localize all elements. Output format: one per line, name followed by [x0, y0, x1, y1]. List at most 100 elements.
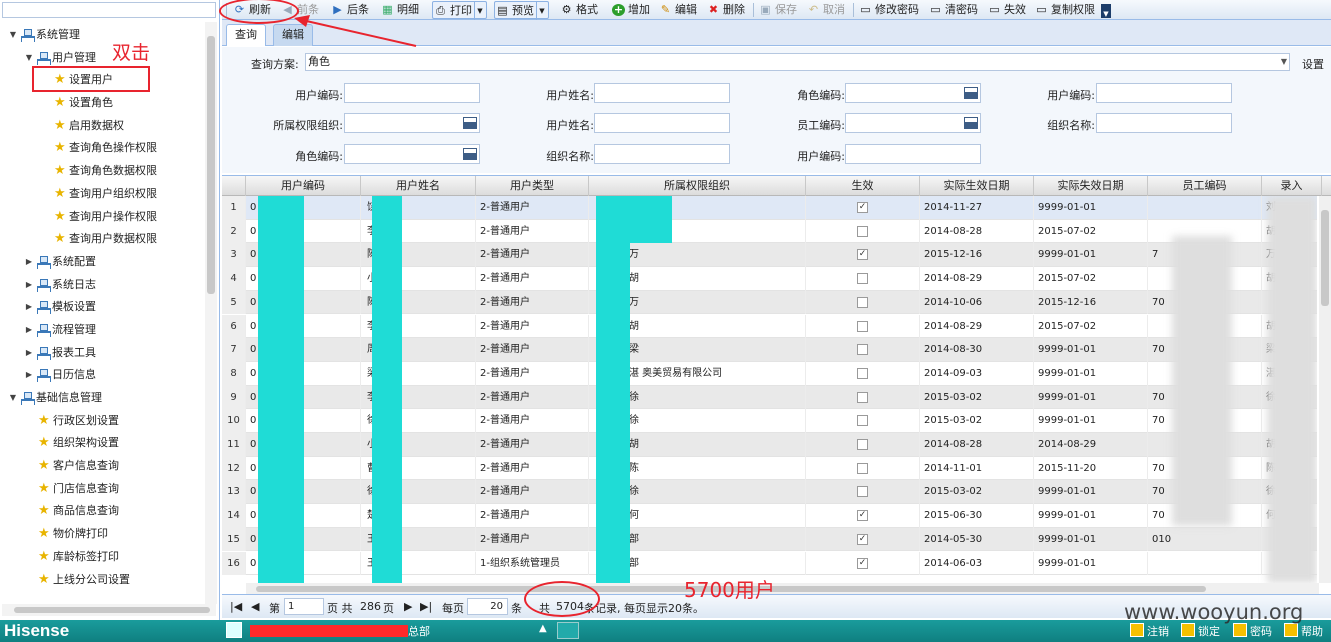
table-cell-start[interactable]: 2015-03-02 — [920, 409, 1034, 433]
table-cell-type[interactable]: 2-普通用户 — [476, 290, 589, 315]
grid-vertical-scrollbar[interactable] — [1319, 196, 1331, 583]
active-checkbox-cell[interactable] — [806, 385, 920, 410]
tree-node[interactable]: ★ 库龄标签打印 — [0, 546, 205, 569]
delete-button[interactable]: ✖ 删除 — [706, 1, 745, 19]
tree-node[interactable]: ★ 门店信息查询 — [0, 478, 205, 501]
table-cell-type[interactable]: 2-普通用户 — [476, 314, 589, 339]
table-cell-type[interactable]: 2-普通用户 — [476, 409, 589, 433]
grid-column-header[interactable]: 实际生效日期 — [920, 176, 1034, 196]
table-cell-type[interactable]: 2-普通用户 — [476, 504, 589, 528]
table-cell-type[interactable]: 2-普通用户 — [476, 433, 589, 457]
tree-node[interactable]: ▼ 系统管理 — [0, 24, 205, 47]
table-cell-start[interactable]: 2014-05-30 — [920, 527, 1034, 552]
table-cell-start[interactable]: 2014-09-03 — [920, 361, 1034, 386]
tree-node[interactable]: ▶ 日历信息 — [0, 364, 205, 387]
grid-column-header[interactable]: 用户姓名 — [361, 176, 476, 196]
tree-node[interactable]: ★ 启用数据权 — [0, 115, 205, 138]
checked-checkbox[interactable]: ✓ — [857, 510, 868, 522]
password-button[interactable]: 密码 — [1233, 623, 1272, 639]
lock-button[interactable]: 锁定 — [1181, 623, 1220, 639]
tree-node[interactable]: ★ 客户信息查询 — [0, 455, 205, 478]
table-cell-start[interactable]: 2015-03-02 — [920, 480, 1034, 505]
copy-permission-button[interactable]: ▭ 复制权限 — [1034, 1, 1095, 19]
unchecked-checkbox[interactable] — [857, 486, 868, 498]
query-field-input[interactable] — [594, 113, 730, 133]
tree-expand-icon[interactable]: ▶ — [24, 319, 34, 342]
active-checkbox-cell[interactable] — [806, 267, 920, 291]
active-checkbox-cell[interactable]: ✓ — [806, 243, 920, 268]
logout-button[interactable]: 注销 — [1130, 623, 1169, 639]
query-field-input[interactable] — [845, 144, 981, 164]
grid-column-header[interactable]: 员工编码 — [1148, 176, 1262, 196]
tree-node[interactable]: ▼ 基础信息管理 — [0, 387, 205, 410]
tree-node[interactable]: ★ 查询角色操作权限 — [0, 137, 205, 160]
active-checkbox-cell[interactable] — [806, 456, 920, 481]
query-field-input[interactable] — [594, 144, 730, 164]
tab-query[interactable]: 查询 — [226, 24, 266, 46]
tree-expand-icon[interactable]: ▶ — [24, 364, 34, 387]
active-checkbox-cell[interactable] — [806, 480, 920, 505]
table-cell-end[interactable]: 9999-01-01 — [1034, 480, 1148, 505]
print-button[interactable]: ⎙ 打印 ▼ — [432, 1, 487, 20]
tree-node[interactable]: ▶ 模板设置 — [0, 296, 205, 319]
tree-node[interactable]: ▶ 流程管理 — [0, 319, 205, 342]
grid-column-header[interactable]: 实际失效日期 — [1034, 176, 1148, 196]
tree-collapse-icon[interactable]: ▼ — [8, 387, 18, 410]
table-cell-end[interactable]: 9999-01-01 — [1034, 243, 1148, 268]
tree-node[interactable]: ▶ 报表工具 — [0, 342, 205, 365]
next-page-icon[interactable]: ▶ — [404, 600, 412, 613]
table-cell-type[interactable]: 2-普通用户 — [476, 219, 589, 244]
table-cell-end[interactable]: 9999-01-01 — [1034, 385, 1148, 410]
checked-checkbox[interactable]: ✓ — [857, 202, 868, 213]
per-page-input[interactable]: 20 — [467, 598, 508, 615]
table-cell-end[interactable]: 2014-08-29 — [1034, 433, 1148, 457]
save-button[interactable]: ▣ 保存 — [758, 1, 797, 19]
table-cell-end[interactable]: 2015-07-02 — [1034, 219, 1148, 244]
checked-checkbox[interactable]: ✓ — [857, 557, 868, 569]
chevron-up-icon[interactable]: ▲ — [539, 623, 547, 634]
query-field-input[interactable] — [594, 83, 730, 103]
table-cell-type[interactable]: 2-普通用户 — [476, 385, 589, 410]
tree-filter-input[interactable] — [2, 2, 216, 18]
change-password-button[interactable]: ▭ 修改密码 — [858, 1, 919, 19]
unchecked-checkbox[interactable] — [857, 273, 868, 285]
table-cell-end[interactable]: 9999-01-01 — [1034, 409, 1148, 433]
table-cell-type[interactable]: 2-普通用户 — [476, 361, 589, 386]
active-checkbox-cell[interactable] — [806, 314, 920, 339]
tree-expand-icon[interactable]: ▶ — [24, 296, 34, 319]
checked-checkbox[interactable]: ✓ — [857, 249, 868, 261]
unchecked-checkbox[interactable] — [857, 462, 868, 474]
tree-vertical-scrollbar[interactable] — [205, 22, 217, 604]
unchecked-checkbox[interactable] — [857, 391, 868, 403]
page-number-input[interactable]: 1 — [284, 598, 324, 615]
table-cell-start[interactable]: 2014-11-27 — [920, 196, 1034, 220]
table-cell-start[interactable]: 2014-06-03 — [920, 551, 1034, 576]
active-checkbox-cell[interactable] — [806, 361, 920, 386]
scroll-thumb[interactable] — [14, 607, 210, 613]
table-cell-emp[interactable] — [1148, 551, 1262, 576]
checked-checkbox[interactable]: ✓ — [857, 533, 868, 545]
clear-password-button[interactable]: ▭ 清密码 — [928, 1, 978, 19]
tree-node[interactable]: ★ 查询用户组织权限 — [0, 183, 205, 206]
tree-collapse-icon[interactable]: ▼ — [8, 24, 18, 47]
table-cell-type[interactable]: 2-普通用户 — [476, 243, 589, 268]
query-field-input[interactable] — [845, 83, 981, 103]
tree-expand-icon[interactable]: ▶ — [24, 342, 34, 365]
table-cell-start[interactable]: 2015-03-02 — [920, 385, 1034, 410]
grid-column-header[interactable]: 用户编码 — [246, 176, 361, 196]
table-cell-end[interactable]: 2015-07-02 — [1034, 314, 1148, 339]
tree-horizontal-scrollbar[interactable] — [2, 604, 216, 616]
table-cell-end[interactable]: 2015-11-20 — [1034, 456, 1148, 481]
scroll-thumb[interactable] — [1321, 210, 1329, 306]
table-cell-start[interactable]: 2014-10-06 — [920, 290, 1034, 315]
table-cell-emp[interactable] — [1148, 196, 1262, 220]
unchecked-checkbox[interactable] — [857, 344, 868, 356]
tree-node[interactable]: ★ 查询用户数据权限 — [0, 228, 205, 251]
unchecked-checkbox[interactable] — [857, 439, 868, 450]
table-cell-end[interactable]: 9999-01-01 — [1034, 361, 1148, 386]
active-checkbox-cell[interactable]: ✓ — [806, 196, 920, 220]
picker-icon[interactable] — [463, 148, 477, 160]
grid-column-header[interactable]: 所属权限组织 — [589, 176, 806, 196]
query-field-input[interactable] — [1096, 113, 1232, 133]
chevron-down-icon[interactable]: ▼ — [1281, 54, 1287, 70]
